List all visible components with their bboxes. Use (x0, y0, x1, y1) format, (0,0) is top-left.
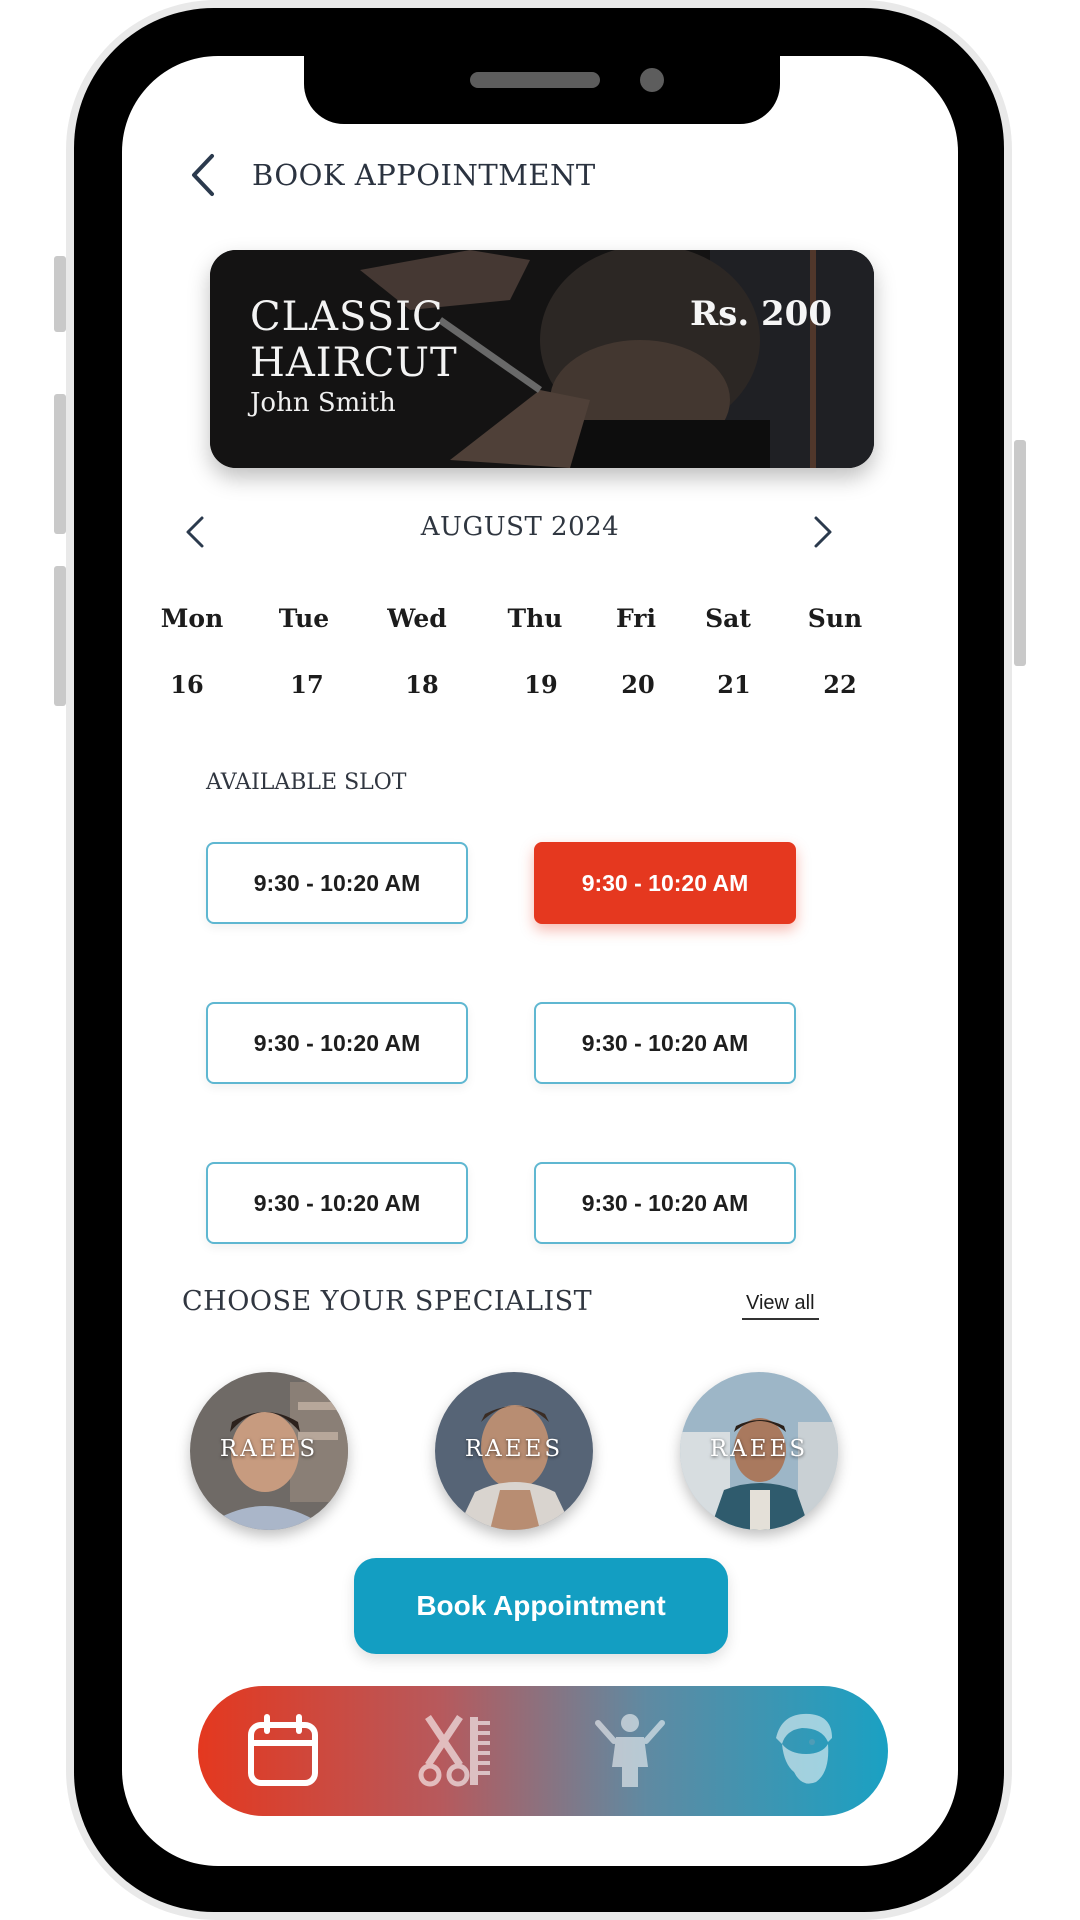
weekday-fri: Fri (616, 604, 656, 633)
date-22[interactable]: 22 (795, 670, 885, 699)
weekday-sun: Sun (807, 604, 863, 633)
previous-month-icon[interactable] (182, 512, 208, 552)
slot-button[interactable]: 9:30 - 10:20 AM (534, 1162, 796, 1244)
slot-button[interactable]: 9:30 - 10:20 AM (206, 1002, 468, 1084)
specialist-name: RAEES (709, 1436, 809, 1462)
barber-person-icon[interactable] (590, 1711, 670, 1791)
date-20[interactable]: 20 (593, 670, 683, 699)
specialist-name: RAEES (219, 1436, 319, 1462)
date-19[interactable]: 19 (496, 670, 586, 699)
bearded-man-icon[interactable] (762, 1708, 842, 1788)
next-month-icon[interactable] (810, 512, 836, 552)
phone-power-button (1014, 440, 1026, 666)
date-21[interactable]: 21 (689, 670, 779, 699)
stylist-name: John Smith (250, 388, 396, 418)
slot-button[interactable]: 9:30 - 10:20 AM (206, 1162, 468, 1244)
phone-mute-switch (54, 256, 66, 332)
phone-speaker (470, 72, 600, 88)
view-all-link[interactable]: View all (742, 1292, 819, 1320)
weekday-thu: Thu (507, 604, 563, 633)
slot-button-selected[interactable]: 9:30 - 10:20 AM (534, 842, 796, 924)
phone-volume-up (54, 394, 66, 534)
weekday-sat: Sat (705, 604, 751, 633)
weekday-mon: Mon (160, 604, 224, 633)
calendar-icon[interactable] (243, 1711, 323, 1791)
scissors-comb-icon[interactable] (416, 1711, 496, 1791)
slot-button[interactable]: 9:30 - 10:20 AM (206, 842, 468, 924)
date-17[interactable]: 17 (262, 670, 352, 699)
phone-volume-down (54, 566, 66, 706)
available-slot-label: AVAILABLE SLOT (206, 770, 407, 795)
specialist-name: RAEES (464, 1436, 564, 1462)
month-label: AUGUST 2024 (420, 512, 620, 542)
date-18[interactable]: 18 (377, 670, 467, 699)
weekday-tue: Tue (278, 604, 330, 633)
slot-button[interactable]: 9:30 - 10:20 AM (534, 1002, 796, 1084)
specialist-avatar[interactable]: RAEES (680, 1372, 838, 1530)
weekday-wed: Wed (387, 604, 447, 633)
specialist-section-label: CHOOSE YOUR SPECIALIST (182, 1286, 593, 1317)
phone-camera (640, 68, 664, 92)
book-appointment-button[interactable]: Book Appointment (354, 1558, 728, 1654)
service-title: CLASSIC HAIRCUT (250, 294, 458, 386)
specialist-avatar[interactable]: RAEES (190, 1372, 348, 1530)
service-price: Rs. 200 (689, 294, 832, 334)
service-card[interactable]: CLASSIC HAIRCUT John Smith Rs. 200 (210, 250, 874, 468)
page-title: BOOK APPOINTMENT (252, 158, 596, 192)
date-16[interactable]: 16 (142, 670, 232, 699)
back-arrow-icon[interactable] (186, 150, 222, 200)
specialist-avatar[interactable]: RAEES (435, 1372, 593, 1530)
